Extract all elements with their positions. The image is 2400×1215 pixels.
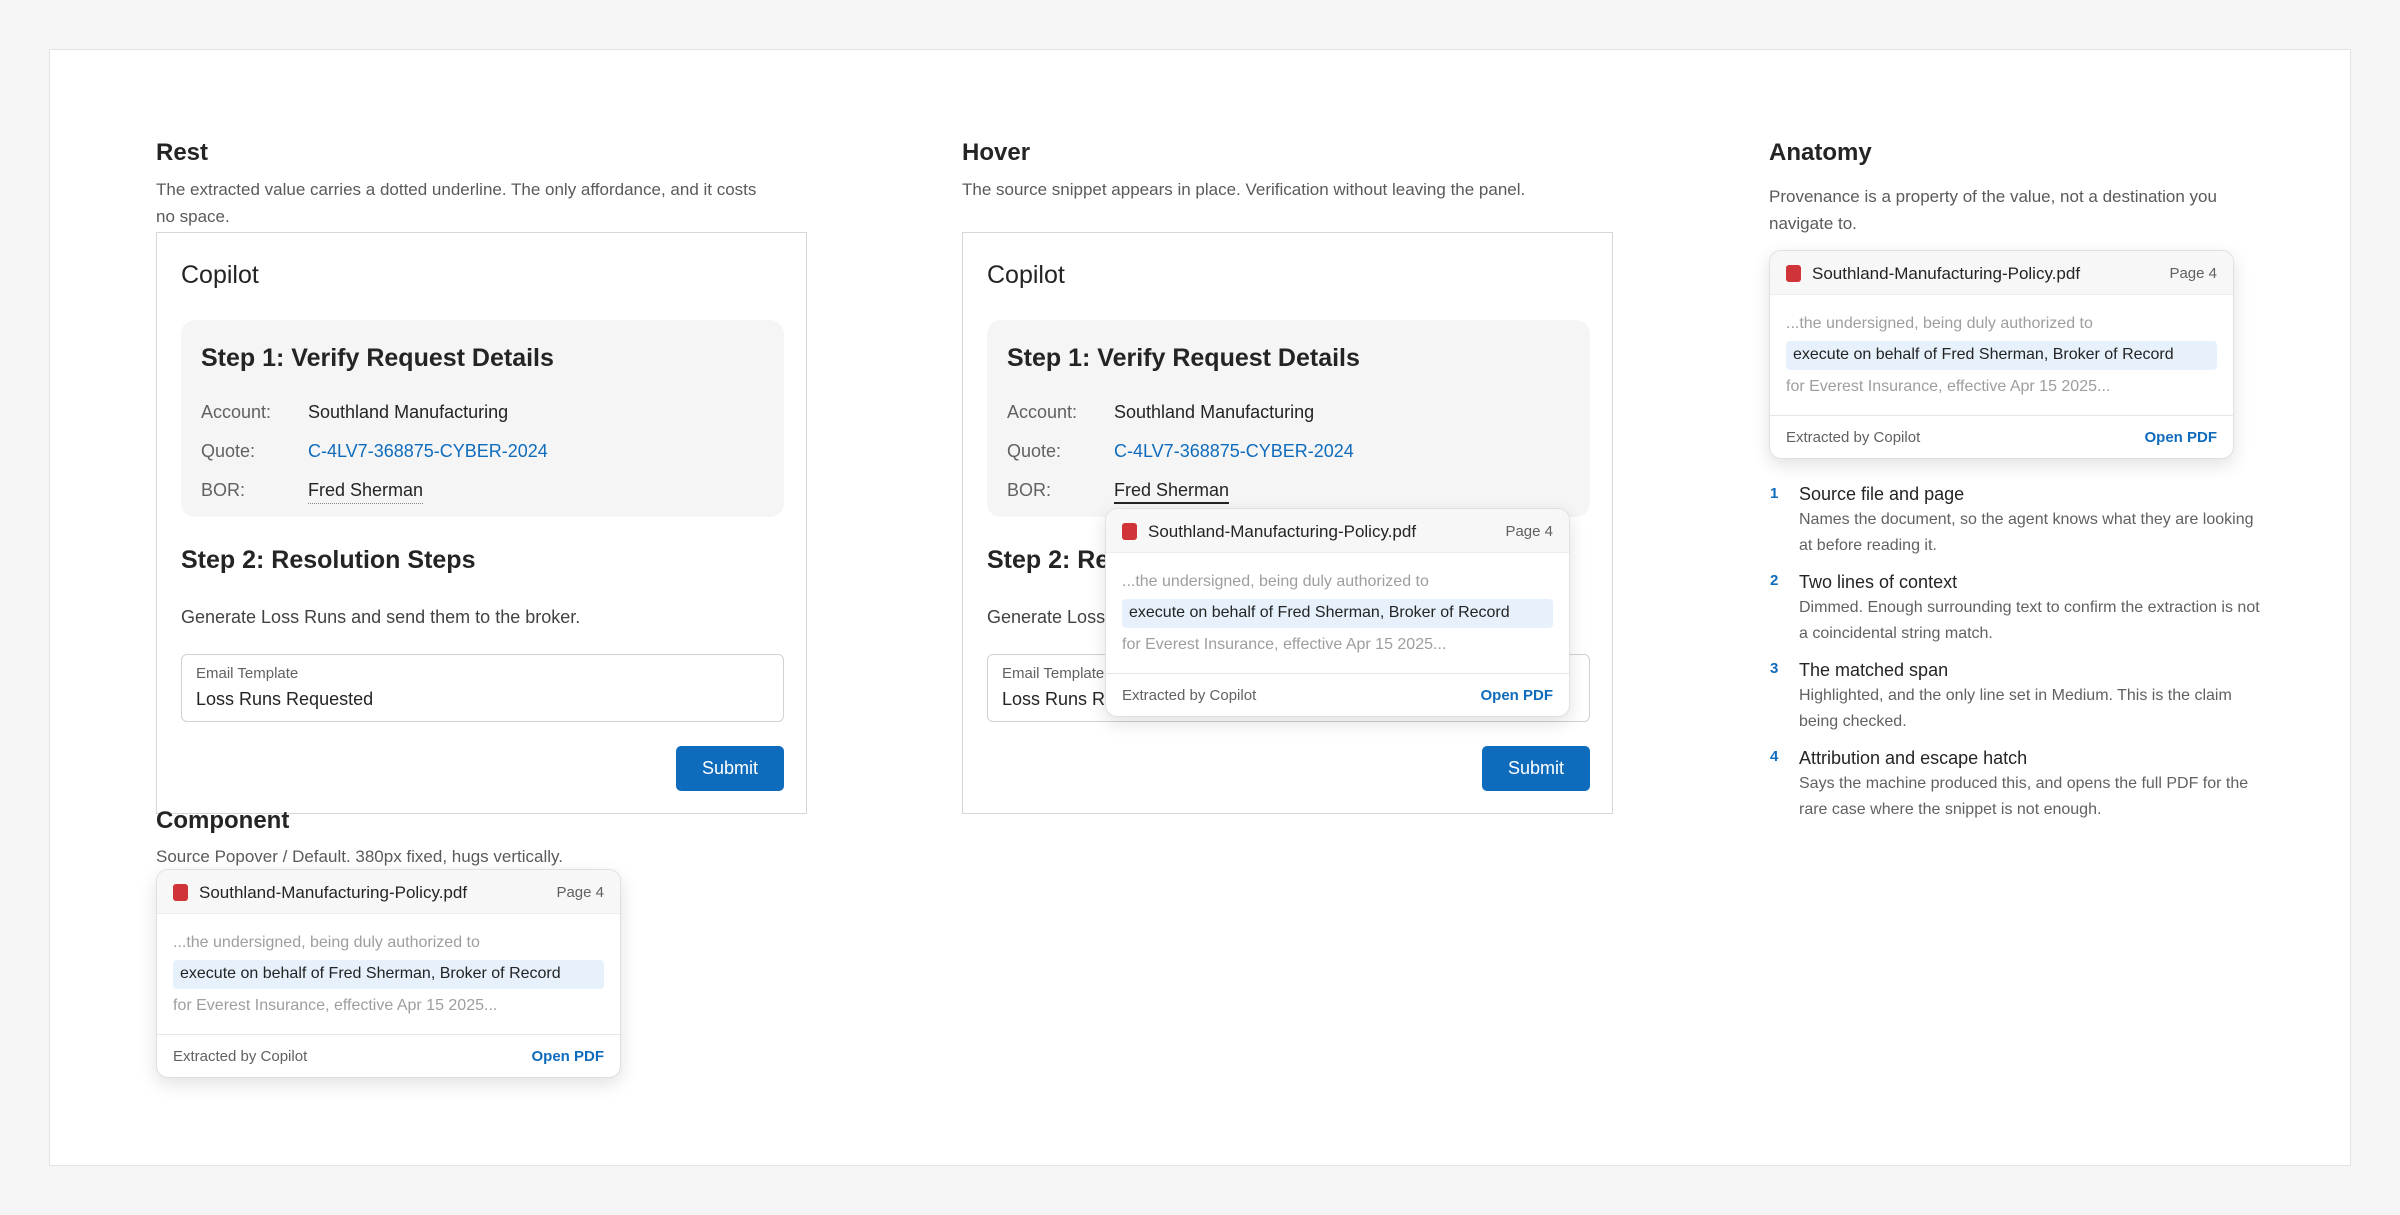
submit-button[interactable]: Submit xyxy=(676,746,784,791)
popover-page: Page 4 xyxy=(2169,265,2217,282)
popover-context-after: for Everest Insurance, effective Apr 15 … xyxy=(1122,636,1447,653)
step1-title: Step 1: Verify Request Details xyxy=(1007,344,1360,372)
anatomy-number: 1 xyxy=(1770,485,1779,502)
open-pdf-link[interactable]: Open PDF xyxy=(2144,429,2217,446)
email-template-label: Email Template xyxy=(1002,665,1105,682)
email-template-field[interactable]: Email Template Loss Runs Requested xyxy=(181,654,784,722)
section-title-hover: Hover xyxy=(962,139,1031,166)
pdf-file-icon xyxy=(173,884,188,901)
popover-context-before: ...the undersigned, being duly authorize… xyxy=(173,934,480,951)
popover-attribution: Extracted by Copilot xyxy=(173,1048,308,1065)
quote-link[interactable]: C-4LV7-368875-CYBER-2024 xyxy=(308,441,548,462)
popover-context-after: for Everest Insurance, effective Apr 15 … xyxy=(173,997,498,1014)
popover-context-before: ...the undersigned, being duly authorize… xyxy=(1122,573,1429,590)
section-desc-hover: The source snippet appears in place. Ver… xyxy=(962,180,1526,199)
popover-file-name: Southland-Manufacturing-Policy.pdf xyxy=(1148,522,1417,541)
step2-title: Step 2: Re xyxy=(987,546,1110,574)
anatomy-number: 3 xyxy=(1770,660,1779,677)
popover-matched-text: execute on behalf of Fred Sherman, Broke… xyxy=(1129,604,1510,621)
popover-header: Southland-Manufacturing-Policy.pdf Page … xyxy=(1106,509,1569,553)
source-popover-hover: Southland-Manufacturing-Policy.pdf Page … xyxy=(1105,508,1570,717)
anatomy-item-desc-line2: rare case where the snippet is not enoug… xyxy=(1799,801,2102,818)
pdf-file-icon xyxy=(1786,265,1801,282)
popover-attribution: Extracted by Copilot xyxy=(1122,687,1257,704)
step2-desc: Generate Loss xyxy=(987,607,1106,627)
section-desc-component: Source Popover / Default. 380px fixed, h… xyxy=(156,847,563,866)
popover-header: Southland-Manufacturing-Policy.pdf Page … xyxy=(1770,251,2233,295)
account-value: Southland Manufacturing xyxy=(1114,402,1315,422)
quote-label: Quote: xyxy=(201,441,256,461)
step1-title: Step 1: Verify Request Details xyxy=(201,344,554,372)
section-desc-rest-line1: The extracted value carries a dotted und… xyxy=(156,180,757,199)
anatomy-item-desc-line2: a coincidental string match. xyxy=(1799,625,1993,642)
popover-footer: Extracted by Copilot Open PDF xyxy=(1106,673,1569,716)
step2-desc: Generate Loss Runs and send them to the … xyxy=(181,607,581,627)
popover-matched-span: execute on behalf of Fred Sherman, Broke… xyxy=(1122,599,1553,628)
popover-page: Page 4 xyxy=(556,884,604,901)
anatomy-item-title: The matched span xyxy=(1799,660,1949,680)
anatomy-item-desc-line1: Says the machine produced this, and open… xyxy=(1799,775,2249,792)
pdf-file-icon xyxy=(1122,523,1137,540)
popover-file-name: Southland-Manufacturing-Policy.pdf xyxy=(199,883,468,902)
bor-label: BOR: xyxy=(1007,480,1052,500)
popover-footer: Extracted by Copilot Open PDF xyxy=(1770,415,2233,458)
email-template-value: Loss Runs Requested xyxy=(196,689,374,709)
bor-value-extracted[interactable]: Fred Sherman xyxy=(308,480,424,504)
popover-context-after: for Everest Insurance, effective Apr 15 … xyxy=(1786,378,2111,395)
email-template-value: Loss Runs Re xyxy=(1002,689,1116,709)
anatomy-item-title: Attribution and escape hatch xyxy=(1799,748,2028,768)
section-title-rest: Rest xyxy=(156,139,209,166)
account-label: Account: xyxy=(1007,402,1078,422)
panel-title: Copilot xyxy=(987,261,1065,289)
section-desc-anatomy-line2: navigate to. xyxy=(1769,214,1857,233)
section-desc-anatomy-line1: Provenance is a property of the value, n… xyxy=(1769,187,2217,206)
panel-title: Copilot xyxy=(181,261,259,289)
bor-value-hovered[interactable]: Fred Sherman xyxy=(1114,480,1230,504)
popover-matched-text: execute on behalf of Fred Sherman, Broke… xyxy=(1793,346,2174,363)
anatomy-item-desc-line2: at before reading it. xyxy=(1799,537,1937,554)
anatomy-item-desc-line2: being checked. xyxy=(1799,713,1907,730)
submit-button[interactable]: Submit xyxy=(1482,746,1590,791)
anatomy-item-title: Source file and page xyxy=(1799,484,1965,504)
bor-label: BOR: xyxy=(201,480,246,500)
anatomy-number: 2 xyxy=(1770,572,1779,589)
email-template-label: Email Template xyxy=(196,665,299,682)
account-value: Southland Manufacturing xyxy=(308,402,509,422)
step1-card: Step 1: Verify Request Details Account: … xyxy=(181,320,784,517)
step1-card: Step 1: Verify Request Details Account: … xyxy=(987,320,1590,517)
anatomy-number: 4 xyxy=(1770,748,1779,765)
anatomy-item-desc-line1: Dimmed. Enough surrounding text to confi… xyxy=(1799,599,2260,616)
anatomy-item-title: Two lines of context xyxy=(1799,572,1958,592)
open-pdf-link[interactable]: Open PDF xyxy=(1480,687,1553,704)
account-label: Account: xyxy=(201,402,272,422)
popover-attribution: Extracted by Copilot xyxy=(1786,429,1921,446)
popover-page: Page 4 xyxy=(1505,523,1553,540)
section-title-component: Component xyxy=(156,807,290,834)
popover-file-name: Southland-Manufacturing-Policy.pdf xyxy=(1812,264,2081,283)
open-pdf-link[interactable]: Open PDF xyxy=(531,1048,604,1065)
copilot-panel-rest: Copilot Step 1: Verify Request Details A… xyxy=(156,232,807,814)
step2-title: Step 2: Resolution Steps xyxy=(181,546,476,574)
quote-label: Quote: xyxy=(1007,441,1062,461)
popover-context-before: ...the undersigned, being duly authorize… xyxy=(1786,315,2093,332)
quote-link[interactable]: C-4LV7-368875-CYBER-2024 xyxy=(1114,441,1354,462)
popover-matched-span: execute on behalf of Fred Sherman, Broke… xyxy=(1786,341,2217,370)
source-popover-component: Southland-Manufacturing-Policy.pdf Page … xyxy=(156,869,621,1078)
anatomy-item-desc-line1: Highlighted, and the only line set in Me… xyxy=(1799,687,2232,704)
popover-footer: Extracted by Copilot Open PDF xyxy=(157,1034,620,1077)
section-desc-rest-line2: no space. xyxy=(156,207,230,226)
anatomy-item-desc-line1: Names the document, so the agent knows w… xyxy=(1799,511,2254,528)
source-popover-anatomy: Southland-Manufacturing-Policy.pdf Page … xyxy=(1769,250,2234,459)
popover-header: Southland-Manufacturing-Policy.pdf Page … xyxy=(157,870,620,914)
popover-matched-span: execute on behalf of Fred Sherman, Broke… xyxy=(173,960,604,989)
section-title-anatomy: Anatomy xyxy=(1769,139,1872,166)
popover-matched-text: execute on behalf of Fred Sherman, Broke… xyxy=(180,965,561,982)
